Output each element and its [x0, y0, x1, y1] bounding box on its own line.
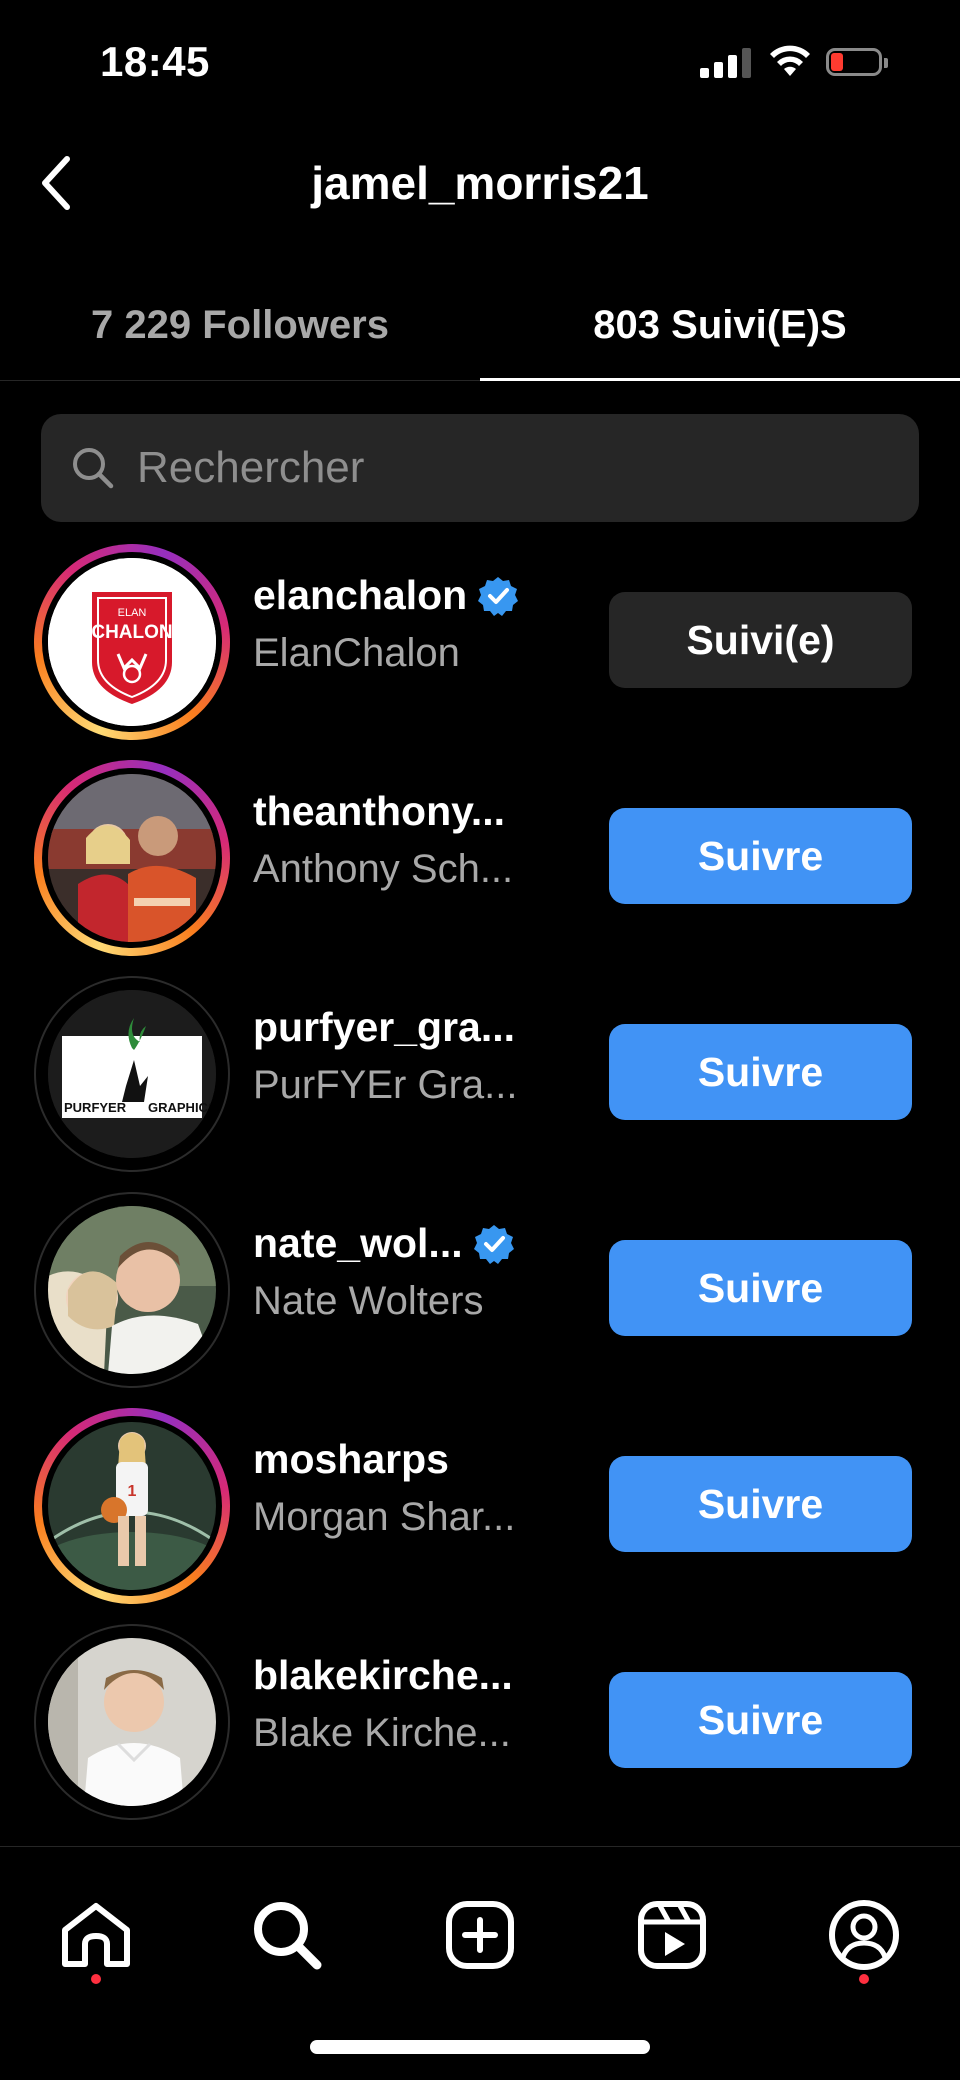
- nav-profile[interactable]: [814, 1885, 914, 1985]
- header: jamel_morris21: [0, 130, 960, 240]
- username[interactable]: nate_wol...: [253, 1220, 583, 1267]
- svg-text:ELAN: ELAN: [118, 607, 147, 619]
- story-ring: [34, 760, 230, 956]
- signal-icon: [700, 48, 752, 78]
- follow-button[interactable]: Suivre: [609, 1672, 912, 1768]
- follow-button[interactable]: Suivre: [609, 1456, 912, 1552]
- username[interactable]: elanchalon: [253, 572, 583, 619]
- avatar[interactable]: [48, 1638, 216, 1806]
- following-button[interactable]: Suivi(e): [609, 592, 912, 688]
- username[interactable]: purfyer_gra...: [253, 1004, 583, 1051]
- search-input[interactable]: [137, 443, 877, 493]
- profile-notification-dot: [859, 1974, 869, 1984]
- avatar-photo: 1: [48, 1422, 216, 1590]
- wifi-icon: [770, 45, 810, 76]
- nav-create[interactable]: [430, 1885, 530, 1985]
- list-item[interactable]: 1 mosharps Morgan Shar... Suivre: [0, 1396, 960, 1612]
- follow-button[interactable]: Suivre: [609, 1024, 912, 1120]
- verified-badge-icon: [473, 1224, 514, 1264]
- list-item[interactable]: ELAN CHALON elanchalon ElanChalon Suivi(…: [0, 532, 960, 748]
- reels-icon: [638, 1901, 706, 1969]
- home-indicator[interactable]: [310, 2040, 650, 2054]
- svg-text:1: 1: [128, 1483, 137, 1500]
- nav-search[interactable]: [237, 1885, 337, 1985]
- avatar[interactable]: [48, 1206, 216, 1374]
- list-item[interactable]: PURFYER GRAPHICS purfyer_gra... PurFYEr …: [0, 964, 960, 1180]
- svg-text:PURFYER: PURFYER: [64, 1100, 127, 1115]
- story-ring: 1: [34, 1408, 230, 1604]
- full-name: ElanChalon: [253, 631, 460, 675]
- tab-bar: 7 229 Followers 803 Suivi(E)S: [0, 270, 960, 381]
- avatar[interactable]: [48, 774, 216, 942]
- username[interactable]: mosharps: [253, 1436, 583, 1483]
- page-title: jamel_morris21: [311, 157, 649, 209]
- tab-following[interactable]: 803 Suivi(E)S: [480, 270, 960, 381]
- avatar-photo: [48, 774, 216, 942]
- full-name: PurFYEr Gra...: [253, 1063, 518, 1107]
- home-icon: [62, 1903, 130, 1967]
- follow-button[interactable]: Suivre: [609, 808, 912, 904]
- follow-button[interactable]: Suivre: [609, 1240, 912, 1336]
- status-bar: 18:45: [0, 0, 960, 120]
- avatar-photo: [48, 1638, 216, 1806]
- list-item[interactable]: blakekirche... Blake Kirche... Suivre: [0, 1612, 960, 1828]
- list-item[interactable]: theanthony... Anthony Sch... Suivre: [0, 748, 960, 964]
- verified-badge-icon: [478, 576, 519, 616]
- search-icon: [254, 1902, 322, 1970]
- avatar[interactable]: 1: [48, 1422, 216, 1590]
- full-name: Anthony Sch...: [253, 847, 514, 891]
- status-time: 18:45: [100, 38, 210, 85]
- full-name: Blake Kirche...: [253, 1711, 511, 1755]
- avatar[interactable]: PURFYER GRAPHICS: [48, 990, 216, 1158]
- home-notification-dot: [91, 1974, 101, 1984]
- nav-reels[interactable]: [622, 1885, 722, 1985]
- create-icon: [446, 1901, 514, 1969]
- nav-home[interactable]: [46, 1885, 146, 1985]
- elan-chalon-logo: ELAN CHALON: [48, 558, 216, 726]
- profile-icon: [829, 1900, 899, 1970]
- search-icon: [73, 448, 114, 489]
- full-name: Morgan Shar...: [253, 1495, 516, 1539]
- svg-text:CHALON: CHALON: [91, 622, 172, 643]
- avatar-photo: [48, 1206, 216, 1374]
- tab-followers[interactable]: 7 229 Followers: [0, 270, 480, 380]
- story-ring: ELAN CHALON: [34, 544, 230, 740]
- purfyer-logo: PURFYER GRAPHICS: [48, 990, 216, 1158]
- username[interactable]: theanthony...: [253, 788, 583, 835]
- search-bar[interactable]: [41, 414, 919, 522]
- svg-text:GRAPHICS: GRAPHICS: [148, 1100, 216, 1115]
- list-item[interactable]: nate_wol... Nate Wolters Suivre: [0, 1180, 960, 1396]
- avatar[interactable]: ELAN CHALON: [48, 558, 216, 726]
- battery-icon: [826, 48, 888, 78]
- username[interactable]: blakekirche...: [253, 1652, 583, 1699]
- full-name: Nate Wolters: [253, 1279, 484, 1323]
